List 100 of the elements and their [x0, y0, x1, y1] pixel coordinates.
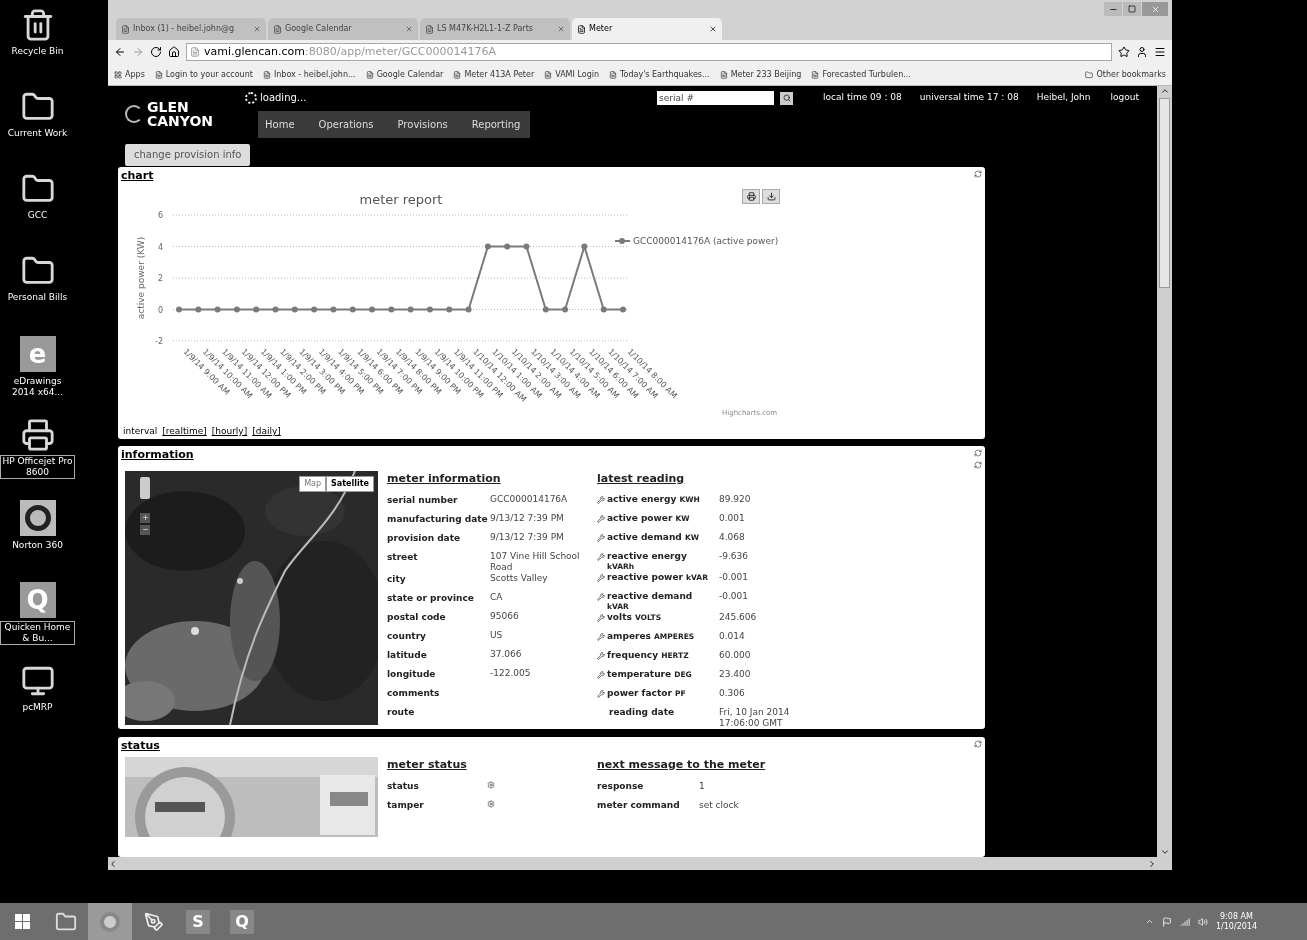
panel-title[interactable]: chart	[121, 167, 154, 184]
desktop-icon-label[interactable]: HP Officejet Pro 8600	[0, 455, 75, 479]
bookmark-item[interactable]: Login to your account	[154, 68, 253, 81]
bookmark-item[interactable]: VAMI Login	[544, 68, 599, 81]
wrench-icon[interactable]	[597, 574, 605, 582]
profile-icon[interactable]	[1136, 46, 1148, 58]
scroll-thumb[interactable]	[1159, 98, 1170, 288]
nav-link[interactable]: Reporting	[471, 117, 521, 132]
maximize-button[interactable]	[1123, 2, 1141, 16]
reload-icon[interactable]	[150, 46, 162, 58]
wrench-icon[interactable]	[597, 553, 605, 561]
panel-title[interactable]: status	[121, 738, 160, 755]
bookmark-item[interactable]: Today's Earthquakes...	[609, 68, 710, 81]
speaker-icon[interactable]	[1197, 916, 1208, 927]
bookmark-item[interactable]: Other bookmarks	[1085, 68, 1166, 81]
desktop-icon-label[interactable]: Norton 360	[10, 539, 65, 552]
change-provision-button[interactable]: change provision info	[125, 143, 251, 166]
logo-text: CANYON	[147, 114, 214, 128]
page-icon	[544, 70, 553, 79]
bookmark-item[interactable]: Meter 233 Beijing	[719, 68, 802, 81]
wrench-icon[interactable]	[597, 496, 605, 504]
star-icon[interactable]	[1118, 46, 1130, 58]
wrench-icon[interactable]	[597, 515, 605, 523]
refresh-icon[interactable]	[974, 448, 982, 457]
bookmark-item[interactable]: Apps	[114, 68, 145, 81]
user-name: Heibel, John	[1036, 91, 1091, 105]
bookmark-item[interactable]: Meter 413A Peter	[453, 68, 535, 81]
zoom-in-button[interactable]	[140, 512, 150, 523]
interval-link[interactable]: [hourly]	[211, 425, 248, 439]
refresh-icon[interactable]	[974, 740, 982, 748]
panel-title[interactable]: information	[121, 446, 194, 463]
field-value: Scotts Valley	[490, 573, 549, 585]
serial-search-field[interactable]: serial #	[657, 91, 775, 105]
interval-link[interactable]: [daily]	[252, 425, 281, 439]
browser-tab[interactable]: Meter	[572, 18, 722, 40]
browser-icon[interactable]	[88, 903, 132, 940]
wrench-icon[interactable]	[597, 633, 605, 641]
scroll-down-icon[interactable]	[1159, 847, 1170, 857]
local-time: local time 09 : 08	[823, 91, 902, 105]
scroll-right-icon[interactable]	[1147, 858, 1157, 869]
desktop-icon-label[interactable]: pcMRP	[20, 701, 55, 714]
desktop-icon-label[interactable]: Recycle Bin	[9, 45, 66, 58]
address-bar[interactable]: vami.glencan.com:8080/app/meter/GCC000014176A	[186, 43, 1112, 61]
bookmark-item[interactable]: Forecasted Turbulen...	[811, 68, 911, 81]
refresh-icon[interactable]	[974, 169, 982, 178]
browser-tab[interactable]: Inbox (1) - heibel.john@g	[116, 18, 266, 40]
apps-grid-icon	[114, 70, 122, 79]
wrench-icon[interactable]	[597, 690, 605, 698]
wrench-icon[interactable]	[597, 593, 605, 601]
page-icon	[154, 70, 163, 79]
close-button[interactable]	[1142, 2, 1168, 16]
field-label: longitude	[387, 668, 437, 681]
legend-item[interactable]: GCC000014176A (active power)	[614, 236, 779, 246]
search-button[interactable]	[780, 91, 794, 105]
nav-link[interactable]: Home	[265, 117, 295, 132]
scroll-up-icon[interactable]	[1159, 86, 1170, 96]
scroll-left-icon[interactable]	[108, 858, 118, 869]
data-point	[330, 306, 337, 313]
page-icon	[262, 70, 271, 79]
bookmark-item[interactable]: Google Calendar	[365, 68, 444, 81]
wrench-icon[interactable]	[597, 614, 605, 622]
vertical-scrollbar[interactable]	[1157, 86, 1172, 857]
nav-link[interactable]: Operations	[318, 117, 374, 132]
clock[interactable]: 9:08 AM 1/10/2014	[1215, 911, 1257, 932]
data-point	[253, 306, 260, 313]
bookmark-item[interactable]: Inbox - heibel.john...	[262, 68, 356, 81]
logout-link[interactable]: logout	[1110, 91, 1139, 105]
nav-link[interactable]: Provisions	[397, 117, 448, 132]
desktop-icon-label[interactable]: Current Work	[5, 127, 70, 140]
horizontal-scrollbar[interactable]	[108, 857, 1172, 870]
home-icon[interactable]	[168, 46, 180, 58]
wrench-icon[interactable]	[597, 652, 605, 660]
signal-icon[interactable]	[1179, 916, 1190, 927]
folder-icon	[1085, 70, 1094, 79]
desktop-icon-label[interactable]: Quicken Home & Bu...	[0, 621, 75, 645]
section-title: meter status	[387, 756, 468, 773]
zoom-out-button[interactable]	[140, 524, 150, 535]
minimize-button[interactable]	[1104, 2, 1122, 16]
print-button[interactable]	[742, 189, 760, 204]
back-icon[interactable]	[114, 46, 126, 58]
pegman-icon[interactable]	[140, 476, 150, 499]
flag-icon[interactable]	[1161, 916, 1172, 927]
data-point	[484, 243, 491, 250]
menu-icon[interactable]	[1154, 46, 1166, 58]
browser-tab[interactable]: Google Calendar	[268, 18, 418, 40]
browser-tab[interactable]: LS M47K-H2L1-1-Z Parts	[420, 18, 570, 40]
desktop-icon-label[interactable]: eDrawings 2014 x64...	[0, 375, 75, 399]
wrench-icon[interactable]	[597, 534, 605, 542]
monitor-icon	[20, 664, 55, 698]
refresh-icon[interactable]	[974, 460, 982, 469]
interval-link[interactable]: [realtime]	[162, 425, 207, 439]
desktop-icon-label[interactable]: GCC	[25, 209, 50, 222]
data-point	[291, 306, 298, 313]
close-icon[interactable]	[709, 25, 717, 33]
y-tick-label: 2	[157, 274, 163, 283]
data-point	[214, 306, 221, 313]
wrench-icon[interactable]	[597, 671, 605, 679]
field-value: set clock	[699, 799, 739, 812]
export-button[interactable]	[762, 189, 780, 204]
desktop-icon-label[interactable]: Personal Bills	[5, 291, 70, 304]
